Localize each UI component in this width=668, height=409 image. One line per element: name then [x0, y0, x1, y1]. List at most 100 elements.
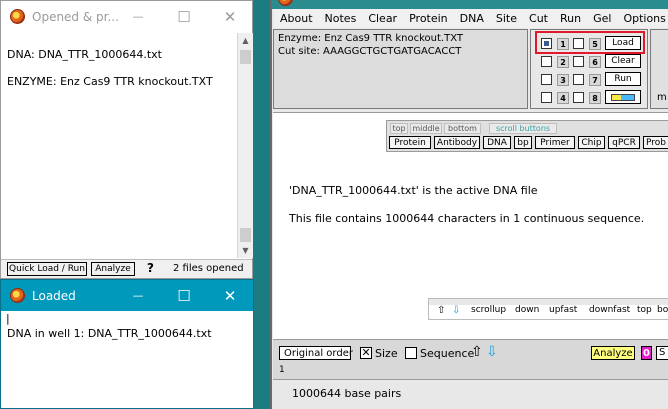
scroll-up-arrow-icon[interactable]: ⇧ [437, 305, 445, 316]
tab-scroll-buttons[interactable]: scroll buttons [489, 123, 557, 134]
downfast-link[interactable]: downfast [589, 305, 630, 315]
well-1-number: 1 [557, 38, 569, 50]
quick-load-run-button[interactable]: Quick Load / Run [7, 262, 87, 276]
menu-dna[interactable]: DNA [454, 12, 490, 25]
opened-toolbar: Quick Load / Run Analyze ? 2 files opene… [1, 259, 252, 278]
menu-gel[interactable]: Gel [587, 12, 617, 25]
zero-button[interactable]: 0 [641, 346, 652, 360]
clear-wells-button[interactable]: Clear [605, 54, 641, 68]
minimize-icon[interactable]: — [115, 1, 161, 32]
scroll-up-icon[interactable]: ▲ [238, 33, 253, 48]
sequence-label: Sequence [420, 347, 475, 360]
cut-site-line: Cut site: AAAGGCTGCTGATGACACCT [278, 46, 462, 57]
chip-button[interactable]: Chip [578, 136, 605, 149]
primer-button[interactable]: Primer [535, 136, 575, 149]
well-7-checkbox[interactable] [573, 74, 584, 85]
gel-color-button[interactable] [605, 90, 641, 104]
top-link[interactable]: top [637, 305, 652, 315]
menu-run[interactable]: Run [554, 12, 587, 25]
well-7-number: 7 [589, 74, 601, 86]
well-2-number: 2 [557, 56, 569, 68]
original-order-label: Original order [284, 347, 353, 359]
menu-bar: About Notes Clear Protein DNA Site Cut R… [274, 9, 668, 28]
loaded-window-titlebar[interactable]: Loaded — ☐ ✕ [1, 280, 253, 311]
line-number: 1 [279, 365, 285, 375]
opened-window-titlebar[interactable]: Opened & pr... — ☐ ✕ [1, 1, 252, 32]
tab-top[interactable]: top [390, 123, 408, 134]
opened-scrollbar[interactable]: ▲ ▼ [237, 33, 253, 258]
well-8-checkbox[interactable] [573, 92, 584, 103]
s-button[interactable]: S [656, 346, 668, 360]
well-5-checkbox[interactable] [573, 38, 584, 49]
tab-middle[interactable]: middle [410, 123, 442, 134]
help-icon[interactable]: ? [147, 261, 154, 275]
text-cursor: | [6, 312, 10, 325]
well-8-number: 8 [589, 92, 601, 104]
size-checkbox[interactable]: ✕ [360, 347, 372, 359]
probe-button[interactable]: Prob [643, 136, 668, 149]
menu-site[interactable]: Site [490, 12, 523, 25]
dna-button[interactable]: DNA [483, 136, 511, 149]
status-bar: 1000644 base pairs [273, 381, 668, 409]
bottom-link[interactable]: bo [657, 305, 668, 315]
sort-down-arrow-icon[interactable]: ⇩ [486, 344, 498, 360]
antibody-button[interactable]: Antibody [434, 136, 480, 149]
analyze-bottom-button[interactable]: Analyze [591, 346, 635, 360]
well-2-checkbox[interactable] [541, 56, 552, 67]
down-link[interactable]: down [515, 305, 539, 315]
maximize-icon[interactable]: ☐ [161, 1, 207, 32]
protein-button[interactable]: Protein [389, 136, 431, 149]
original-order-button[interactable]: Original order [279, 346, 353, 360]
scroll-down-icon[interactable]: ▼ [238, 243, 253, 258]
well-4-number: 4 [557, 92, 569, 104]
well-6-checkbox[interactable] [573, 56, 584, 67]
sort-up-arrow-icon[interactable]: ⇧ [471, 344, 483, 360]
menu-options[interactable]: Options [617, 12, 668, 25]
scroll-command-bar: ⇧ ⇩ scrollup down upfast downfast top bo [428, 298, 668, 320]
upfast-link[interactable]: upfast [549, 305, 577, 315]
minimize-icon[interactable]: — [115, 280, 161, 311]
gel-color-swatch-icon [611, 93, 635, 101]
qpcr-button[interactable]: qPCR [608, 136, 640, 149]
tab-bottom[interactable]: bottom [444, 123, 481, 134]
well-3-number: 3 [557, 74, 569, 86]
opened-window: Opened & pr... — ☐ ✕ DNA: DNA_TTR_100064… [0, 0, 253, 279]
bottom-toolbar: Original order ✕ Size Sequence ⇧ ⇩ Analy… [273, 339, 668, 380]
scroll-down-arrow-icon[interactable]: ⇩ [452, 305, 460, 316]
main-window-top-strip [272, 0, 668, 9]
maximize-icon[interactable]: ☐ [161, 280, 207, 311]
enzyme-info-panel: Enzyme: Enz Cas9 TTR knockout.TXT Cut si… [273, 29, 528, 109]
scroll-thumb[interactable] [240, 50, 251, 64]
analyze-button[interactable]: Analyze [91, 262, 135, 276]
size-label: Size [375, 347, 398, 360]
menu-cut[interactable]: Cut [523, 12, 554, 25]
close-icon[interactable]: ✕ [207, 1, 253, 32]
partial-button-label[interactable]: m [657, 92, 667, 103]
wells-panel: 1 5 Load 2 6 Clear 3 7 Run 4 8 [530, 29, 648, 109]
run-button[interactable]: Run [605, 72, 641, 86]
bp-button[interactable]: bp [514, 136, 532, 149]
base-pairs-status: 1000644 base pairs [292, 387, 402, 400]
scrollup-link[interactable]: scrollup [471, 305, 506, 315]
menu-about[interactable]: About [274, 12, 319, 25]
nav-button-row: Protein Antibody DNA bp Primer Chip qPCR… [389, 136, 668, 151]
close-icon[interactable]: ✕ [207, 280, 253, 311]
well-3-checkbox[interactable] [541, 74, 552, 85]
opened-window-title: Opened & pr... [32, 9, 119, 24]
loaded-window: Loaded — ☐ ✕ | DNA in well 1: DNA_TTR_10… [0, 279, 254, 409]
well-5-number: 5 [589, 38, 601, 50]
app-icon [10, 9, 25, 24]
menu-clear[interactable]: Clear [362, 12, 403, 25]
well-1-checkbox[interactable] [541, 38, 552, 49]
sequence-checkbox[interactable] [405, 347, 417, 359]
well-4-checkbox[interactable] [541, 92, 552, 103]
files-opened-status: 2 files opened [173, 263, 244, 274]
menu-notes[interactable]: Notes [319, 12, 363, 25]
scroll-thumb-lower[interactable] [240, 228, 251, 242]
load-button[interactable]: Load [605, 36, 641, 50]
bottom-toolbar-row: Original order ✕ Size Sequence ⇧ ⇩ Analy… [273, 343, 668, 363]
app-icon [10, 288, 25, 303]
enzyme-line: Enzyme: Enz Cas9 TTR knockout.TXT [278, 33, 464, 44]
loaded-window-title: Loaded [32, 288, 76, 303]
menu-protein[interactable]: Protein [403, 12, 454, 25]
